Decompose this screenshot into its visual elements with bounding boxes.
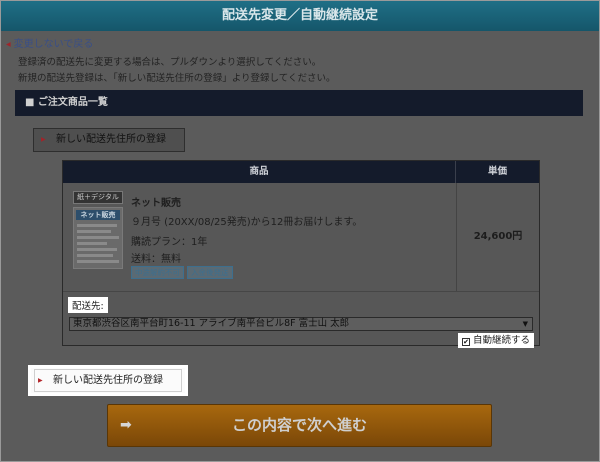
cover-line (77, 248, 117, 251)
back-link-label: 変更しないで戻る (13, 39, 94, 50)
delivery-label: 配送先: (68, 297, 108, 313)
new-address-button-top[interactable]: ▶ 新しい配送先住所の登録 (33, 128, 185, 152)
order-table: 商品 単価 紙＋デジタル ネット販売 ネット販売 ９月号 (20XX/08/25… (62, 160, 540, 348)
section-title: ■ ご注文商品一覧 (15, 90, 583, 116)
triangle-left-icon: ◀ (6, 41, 11, 48)
auto-renew-checkbox[interactable]: ✔ 自動継続する (458, 333, 535, 348)
button-inner-border (34, 369, 182, 392)
table-header: 商品 単価 (63, 161, 539, 183)
dropdown-caret-icon: ▼ (522, 320, 528, 328)
auto-renew-label: 自動継続する (473, 335, 531, 346)
product-thumbnail: 紙＋デジタル ネット販売 (73, 191, 123, 269)
header-item: 商品 (63, 161, 456, 183)
triangle-right-icon: ▶ (38, 377, 43, 384)
cover-line (77, 242, 107, 245)
row-divider (63, 291, 539, 292)
page-title: 配送先変更／自動継続設定 (1, 1, 599, 31)
product-issue: ９月号 (20XX/08/25発売)から12冊お届けします。 (131, 217, 363, 228)
magazine-cover: ネット販売 (73, 207, 123, 269)
cover-title: ネット販売 (76, 210, 120, 220)
product-format-tag: 紙＋デジタル (73, 191, 123, 204)
cover-line (77, 230, 111, 233)
arrow-right-icon: ➡ (120, 417, 132, 433)
cover-line (77, 260, 119, 263)
delivery-address-select[interactable]: 東京都渋谷区南平台町16-11 アライブ南平台ビル8F 富士山 太郎 ▼ (69, 317, 533, 331)
description-line-2: 新規の配送先登録は、「新しい配送先住所の登録」より登録してください。 (18, 73, 336, 84)
badge-no-cancel: 中途解約不可 (131, 266, 184, 279)
product-plan: 購読プラン：1年 (131, 237, 208, 248)
new-address-button-label: 新しい配送先住所の登録 (56, 134, 166, 145)
triangle-right-icon: ▶ (41, 136, 46, 143)
unit-price: 24,600円 (456, 183, 539, 291)
product-shipping: 送料：無料 (131, 254, 181, 265)
description-line-1: 登録済の配送先に変更する場合は、プルダウンより選択してください。 (18, 57, 322, 68)
product-name: ネット販売 (131, 198, 181, 209)
new-address-button-bottom[interactable]: ▶ 新しい配送先住所の登録 (28, 365, 188, 396)
proceed-button-label: この内容で次へ進む (231, 416, 367, 434)
badge-ship-after-payment: 入金後発送 (187, 266, 233, 279)
cover-line (77, 224, 117, 227)
header-price: 単価 (487, 166, 507, 177)
proceed-button[interactable]: ➡ この内容で次へ進む (107, 404, 492, 447)
cover-line (77, 254, 113, 257)
checkbox-checked-icon: ✔ (462, 338, 470, 346)
back-link[interactable]: ◀ 変更しないで戻る (6, 35, 93, 50)
selected-address: 東京都渋谷区南平台町16-11 アライブ南平台ビル8F 富士山 太郎 (73, 318, 350, 329)
cover-line (77, 236, 119, 239)
